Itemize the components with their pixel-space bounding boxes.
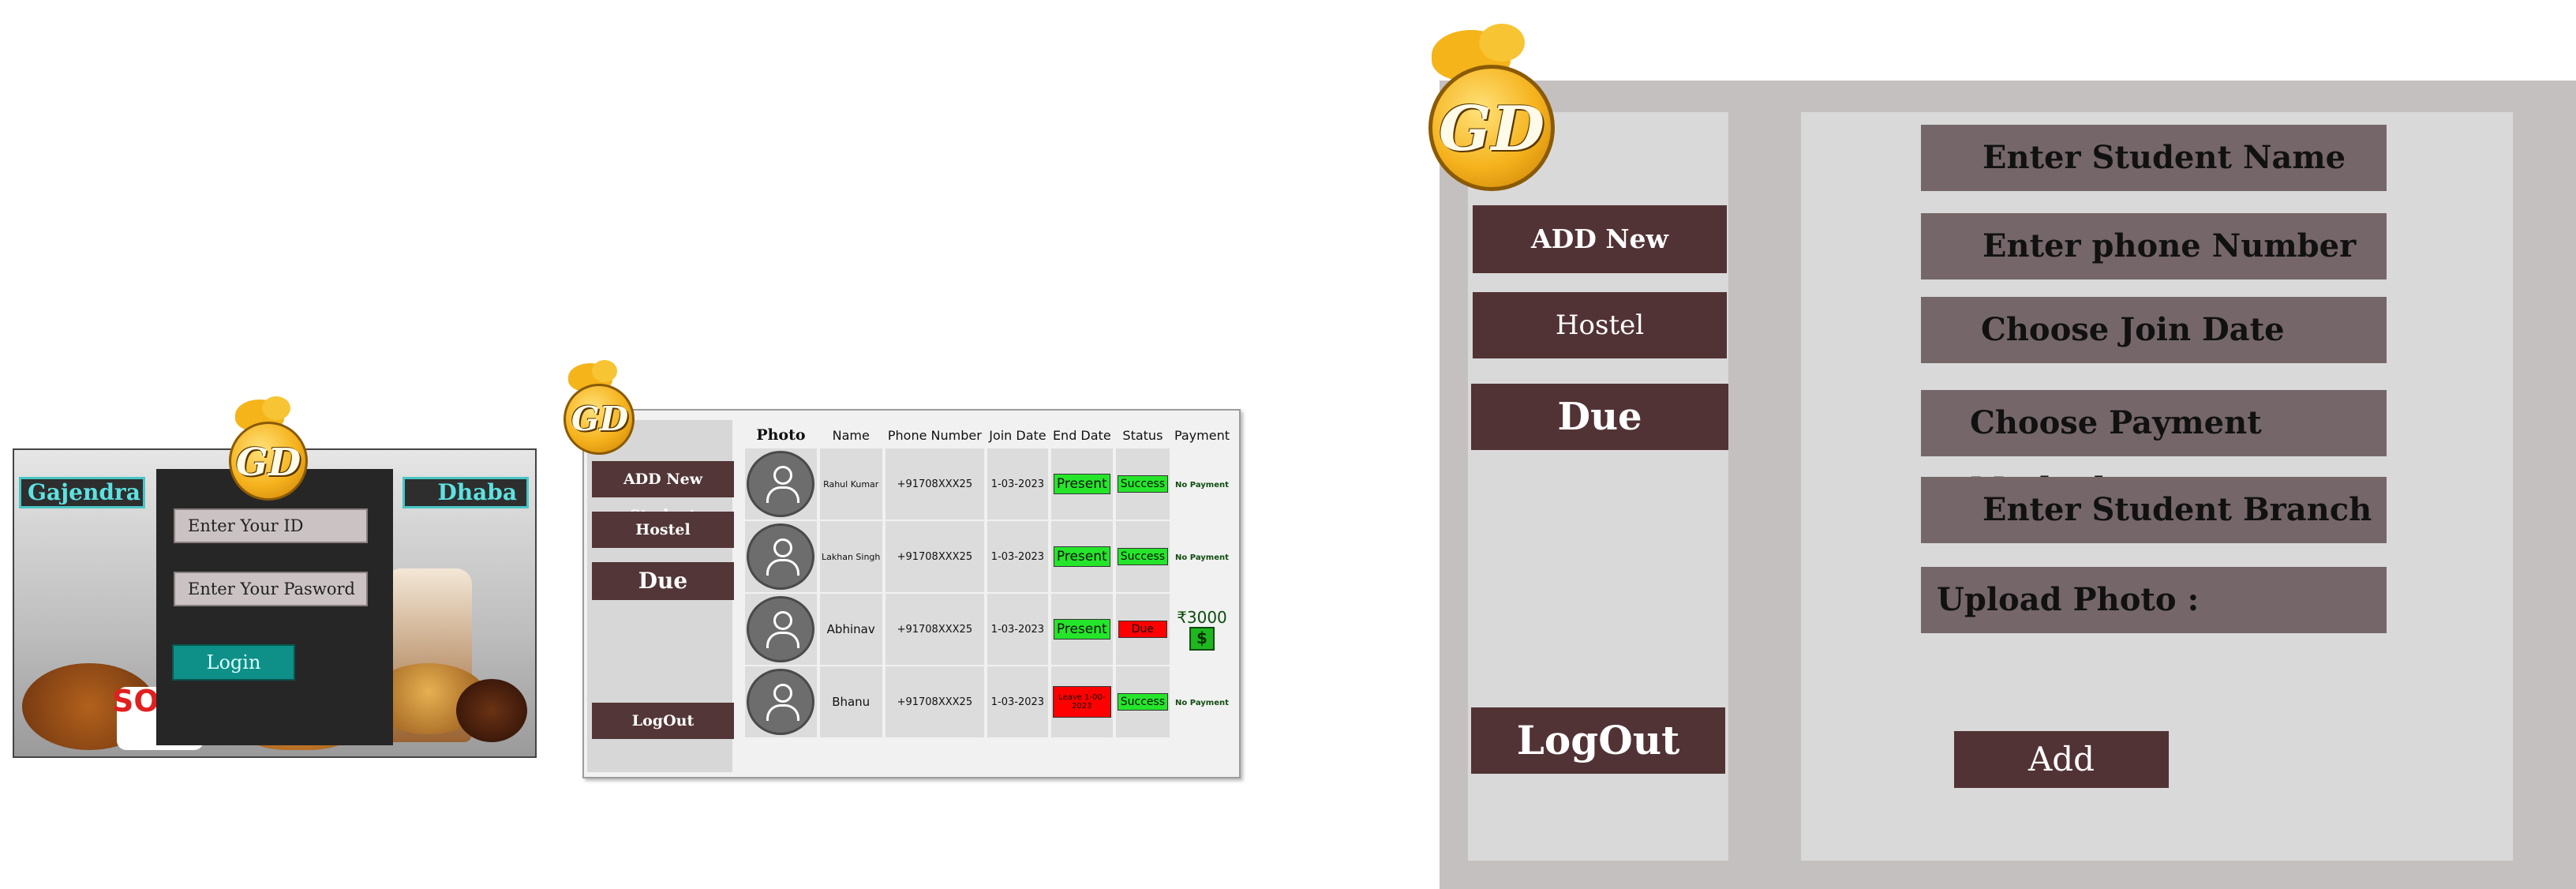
add-new-student-button[interactable]: ADD New Student (1473, 205, 1727, 322)
column-header: Payment (1174, 427, 1230, 443)
photo-cell (745, 666, 817, 737)
table-row[interactable]: Lakhan Singh +91708XXX25 1-03-2023 Prese… (745, 521, 1231, 592)
payment-cell: No Payment (1173, 448, 1231, 520)
password-input[interactable]: Enter Your Pasword (174, 572, 368, 606)
user-avatar-icon (747, 596, 815, 662)
upload-photo-field[interactable]: Upload Photo : (1921, 567, 2387, 633)
add-student-form: Enter Student Name Enter phone Number Ch… (1801, 112, 2513, 861)
column-header: Status (1122, 427, 1163, 443)
gd-logo: GD (560, 360, 639, 456)
status-cell: Success (1115, 666, 1170, 737)
table-header: Photo Name Phone Number Join Date End Da… (745, 423, 1231, 447)
add-button[interactable]: Add (1954, 731, 2169, 788)
login-form: Enter Your ID Enter Your Pasword Login (156, 469, 393, 745)
add-new-student-button[interactable]: ADD New Student (592, 461, 734, 524)
payment-status: No Payment (1175, 698, 1229, 707)
due-button[interactable]: Due (1471, 384, 1728, 450)
phone-cell: +91708XXX25 (885, 594, 985, 665)
end-date-badge: Present (1053, 619, 1110, 640)
status-cell: Due (1115, 594, 1170, 665)
status-badge: Success (1117, 693, 1169, 711)
sidebar: ADD New Student Hostel Due LogOut (587, 420, 734, 772)
photo-cell (745, 521, 817, 592)
student-branch-input[interactable]: Enter Student Branch (1921, 477, 2387, 543)
student-table: Photo Name Phone Number Join Date End Da… (742, 422, 1234, 739)
column-header: Name (832, 427, 870, 443)
status-badge: Success (1117, 548, 1169, 565)
payment-amount: ₹3000 (1177, 608, 1227, 627)
brand-right: Dhaba (402, 477, 529, 508)
user-avatar-icon (747, 451, 815, 517)
payment-cell: No Payment (1173, 666, 1231, 737)
name-cell: Abhinav (819, 594, 882, 665)
payment-status: No Payment (1175, 553, 1229, 562)
student-name-input[interactable]: Enter Student Name (1921, 125, 2387, 191)
payment-method-select[interactable]: Choose Payment Method (1921, 390, 2387, 508)
status-badge: Due (1118, 621, 1168, 638)
payment-cell: ₹3000 $ (1173, 594, 1231, 665)
column-header: Join Date (989, 427, 1046, 443)
due-button[interactable]: Due (592, 562, 734, 600)
end-date-badge: Leave 1-00-2023 (1052, 686, 1111, 718)
food-image (456, 679, 527, 742)
user-id-input[interactable]: Enter Your ID (174, 508, 368, 543)
column-header: Phone Number (887, 427, 982, 443)
phone-cell: +91708XXX25 (885, 666, 985, 737)
logout-button[interactable]: LogOut (592, 703, 734, 739)
join-date-cell: 1-03-2023 (987, 594, 1048, 665)
table-row[interactable]: Abhinav +91708XXX25 1-03-2023 Present Du… (745, 594, 1231, 665)
table-row[interactable]: Rahul Kumar +91708XXX25 1-03-2023 Presen… (745, 448, 1231, 520)
phone-number-input[interactable]: Enter phone Number (1921, 213, 2387, 279)
end-date-badge: Present (1053, 546, 1110, 567)
end-date-cell: Present (1050, 521, 1113, 592)
add-student-screen: ADD New Student Hostel Due LogOut Enter … (1440, 81, 2576, 889)
hostel-button[interactable]: Hostel (592, 512, 734, 548)
payment-cell: No Payment (1173, 521, 1231, 592)
name-cell: Bhanu (819, 666, 882, 737)
end-date-cell: Present (1050, 448, 1113, 520)
phone-cell: +91708XXX25 (885, 521, 985, 592)
brand-left: Gajendra (19, 477, 145, 508)
logout-button[interactable]: LogOut (1471, 707, 1725, 774)
student-list-screen: ADD New Student Hostel Due LogOut Photo … (582, 409, 1241, 778)
column-header: Photo (756, 426, 806, 444)
gd-logo: GD (224, 396, 313, 502)
join-date-picker[interactable]: Choose Join Date (1921, 297, 2387, 363)
end-date-cell: Leave 1-00-2023 (1050, 666, 1113, 737)
column-header: End Date (1052, 427, 1111, 443)
phone-cell: +91708XXX25 (885, 448, 985, 520)
login-button[interactable]: Login (172, 644, 295, 681)
table-row[interactable]: Bhanu +91708XXX25 1-03-2023 Leave 1-00-2… (745, 666, 1231, 737)
payment-status: No Payment (1175, 480, 1229, 490)
name-cell: Lakhan Singh (819, 521, 882, 592)
end-date-cell: Present (1050, 594, 1113, 665)
status-cell: Success (1115, 448, 1170, 520)
user-avatar-icon (747, 669, 815, 735)
sidebar: ADD New Student Hostel Due LogOut (1468, 112, 1728, 861)
status-cell: Success (1115, 521, 1170, 592)
photo-cell (745, 448, 817, 520)
dollar-icon[interactable]: $ (1189, 627, 1215, 651)
hostel-button[interactable]: Hostel (1473, 292, 1727, 358)
end-date-badge: Present (1053, 474, 1110, 494)
join-date-cell: 1-03-2023 (987, 666, 1048, 737)
user-avatar-icon (747, 523, 815, 590)
status-badge: Success (1117, 475, 1169, 493)
name-cell: Rahul Kumar (819, 448, 882, 520)
join-date-cell: 1-03-2023 (987, 448, 1048, 520)
photo-cell (745, 594, 817, 665)
join-date-cell: 1-03-2023 (987, 521, 1048, 592)
gd-logo: GD (1421, 24, 1559, 193)
